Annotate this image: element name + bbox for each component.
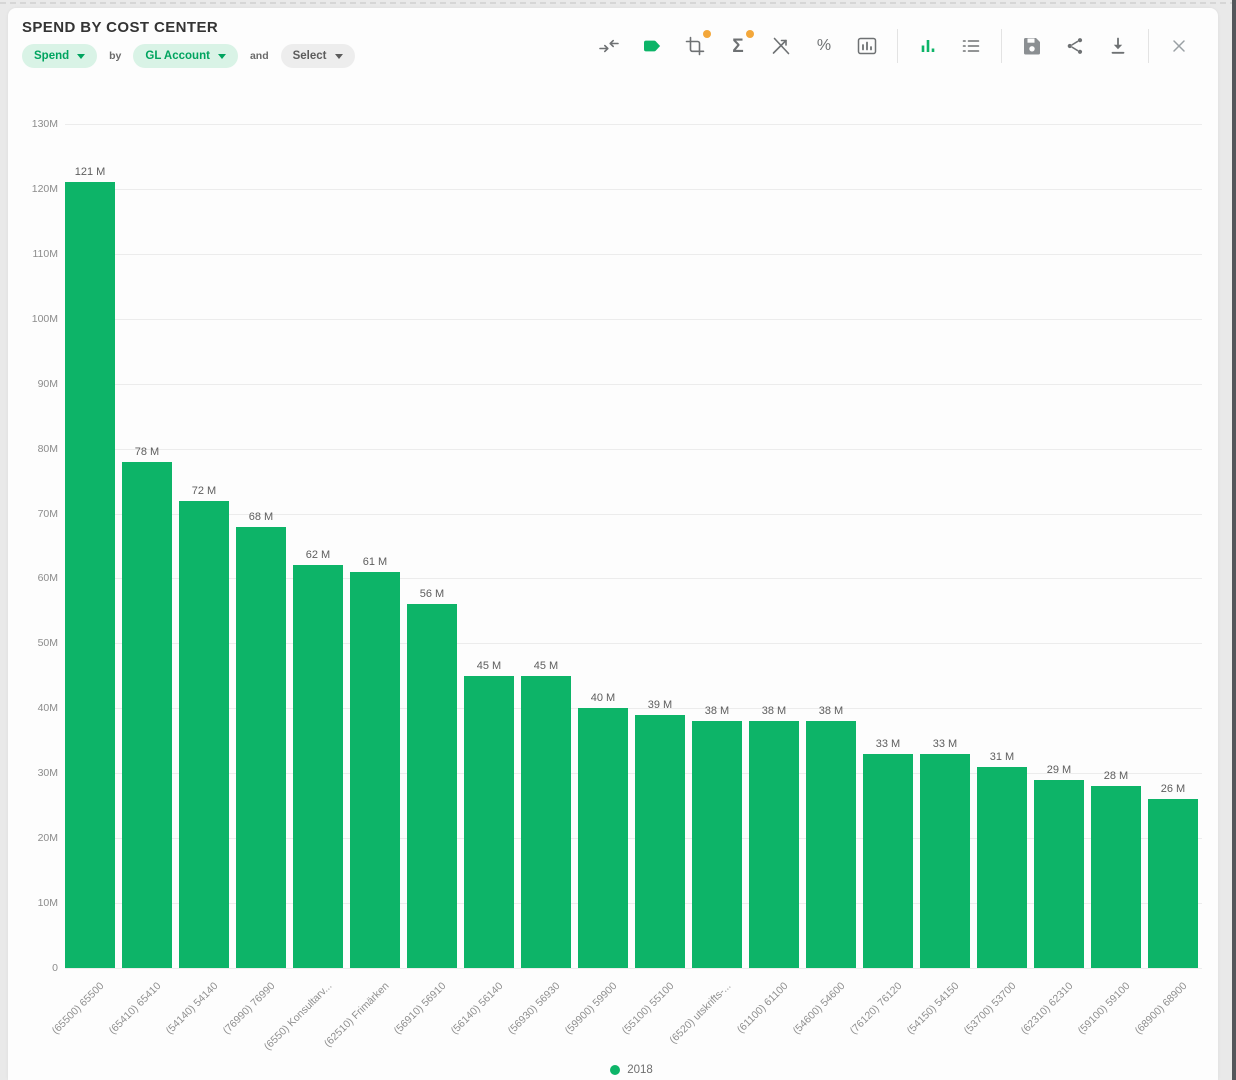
bar[interactable] <box>65 182 115 968</box>
window-edge <box>1232 0 1236 1080</box>
legend: 2018 <box>65 1064 1198 1076</box>
bar[interactable] <box>863 754 913 968</box>
drop-zone-dashed-line <box>0 2 1236 4</box>
bar[interactable] <box>749 721 799 968</box>
bar[interactable] <box>293 565 343 968</box>
bar[interactable] <box>179 501 229 968</box>
bar[interactable] <box>635 715 685 968</box>
legend-label: 2018 <box>627 1064 653 1076</box>
bar[interactable] <box>350 572 400 968</box>
bars-layer <box>8 8 1218 1080</box>
legend-marker <box>610 1065 620 1075</box>
bar[interactable] <box>407 604 457 968</box>
bar[interactable] <box>920 754 970 968</box>
bar[interactable] <box>236 527 286 968</box>
bar[interactable] <box>521 676 571 968</box>
bar[interactable] <box>1091 786 1141 968</box>
bar[interactable] <box>464 676 514 968</box>
widget-card: SPEND BY COST CENTER Spend by GL Account… <box>8 8 1218 1080</box>
bar[interactable] <box>692 721 742 968</box>
bar[interactable] <box>806 721 856 968</box>
bar[interactable] <box>578 708 628 968</box>
bar[interactable] <box>1148 799 1198 968</box>
bar[interactable] <box>1034 780 1084 968</box>
bar[interactable] <box>122 462 172 968</box>
bar[interactable] <box>977 767 1027 968</box>
